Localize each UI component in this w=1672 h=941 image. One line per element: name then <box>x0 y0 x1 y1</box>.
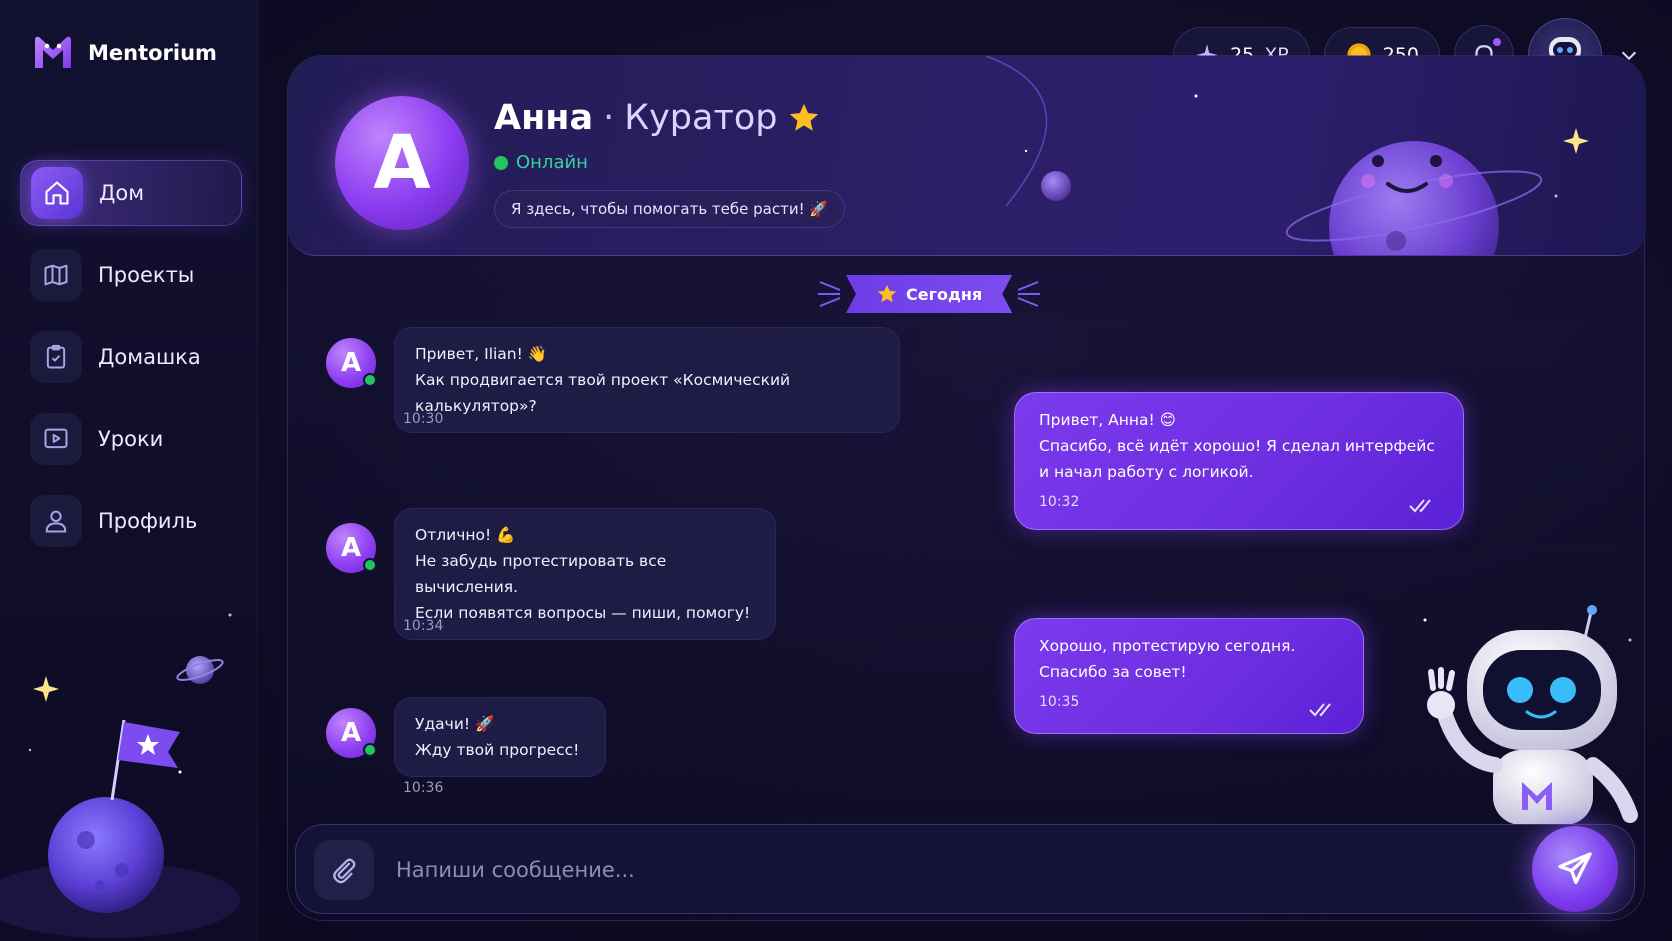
today-badge: Сегодня <box>846 275 1013 313</box>
online-status: Онлайн <box>494 152 588 173</box>
home-icon <box>31 167 83 219</box>
sidebar-item-label: Проекты <box>98 263 195 287</box>
play-screen-icon <box>30 413 82 465</box>
message-time: 10:35 <box>1039 694 1080 710</box>
curator-name: Анна <box>494 98 594 138</box>
clipboard-icon <box>30 331 82 383</box>
online-dot <box>494 155 508 170</box>
online-dot <box>363 373 377 387</box>
curator-mini-avatar[interactable]: A <box>326 523 377 573</box>
curator-title: Анна · Куратор <box>494 98 821 138</box>
app-name: Mentorium <box>88 41 217 65</box>
attach-button[interactable] <box>314 840 374 900</box>
brand[interactable]: Mentorium <box>32 34 217 72</box>
sidebar-item-projects[interactable]: Проекты <box>20 242 242 308</box>
sidebar-item-lessons[interactable]: Уроки <box>20 406 242 472</box>
robot-mascot-illustration <box>1423 605 1638 825</box>
sidebar-nav: Дом Проекты Домашка Уроки Профиль <box>20 160 242 570</box>
message-bubble-outgoing[interactable]: Хорошо, протестирую сегодня. Спасибо за … <box>1014 618 1364 734</box>
message-input[interactable] <box>396 847 1496 893</box>
sidebar-item-label: Домашка <box>98 345 201 369</box>
message-time: 10:34 <box>403 618 444 634</box>
message-line: Хорошо, протестирую сегодня. <box>1039 637 1296 655</box>
message-composer <box>295 824 1635 914</box>
double-check-icon <box>1409 499 1431 513</box>
double-check-icon <box>1309 703 1331 717</box>
day-label: Сегодня <box>906 284 983 304</box>
sidebar-item-label: Уроки <box>98 427 164 451</box>
message-line: Привет, Ilian! 👋 <box>415 345 548 363</box>
star-icon <box>877 284 897 303</box>
sidebar-item-label: Профиль <box>98 509 198 533</box>
message-line: и начал работу с логикой. <box>1039 463 1254 481</box>
message-line: Как продвигается твой проект «Космически… <box>415 371 791 415</box>
send-icon <box>1558 852 1592 884</box>
chat-header: A Анна · Куратор Онлайн Я здесь, чтобы п… <box>288 56 1646 256</box>
map-icon <box>30 249 82 301</box>
planet-flag-illustration <box>0 613 240 938</box>
burst-right-icon <box>1017 281 1041 307</box>
curator-role: Куратор <box>624 98 778 138</box>
avatar-initial: A <box>340 718 362 748</box>
message-line: Не забудь протестировать все вычисления. <box>415 552 667 596</box>
message-bubble-outgoing[interactable]: Привет, Анна! 😊 Спасибо, всё идёт хорошо… <box>1014 392 1464 530</box>
curator-tagline: Я здесь, чтобы помогать тебе расти! 🚀 <box>494 190 846 228</box>
message-time: 10:32 <box>1039 494 1080 510</box>
sidebar-item-home[interactable]: Дом <box>20 160 242 226</box>
message-line: Удачи! 🚀 <box>415 715 495 733</box>
message-line: Привет, Анна! 😊 <box>1039 411 1176 429</box>
burst-left-icon <box>818 281 841 307</box>
curator-mini-avatar[interactable]: A <box>326 338 377 388</box>
user-icon <box>30 495 82 547</box>
sidebar-item-homework[interactable]: Домашка <box>20 324 242 390</box>
message-time: 10:36 <box>403 780 444 796</box>
day-divider: Сегодня <box>816 274 1042 314</box>
mentorium-logo-icon <box>35 36 71 68</box>
space-header-illustration <box>985 56 1589 255</box>
avatar-initial: A <box>340 533 362 563</box>
online-dot <box>363 743 377 757</box>
message-bubble-incoming[interactable]: Отлично! 💪 Не забудь протестировать все … <box>394 508 776 640</box>
curator-mini-avatar[interactable]: A <box>326 708 377 758</box>
avatar-initial: A <box>340 348 362 378</box>
curator-avatar[interactable]: A <box>335 96 469 230</box>
message-time: 10:30 <box>403 411 444 427</box>
message-line: Отлично! 💪 <box>415 526 516 544</box>
star-icon <box>790 103 819 131</box>
message-line: Если появятся вопросы — пиши, помогу! <box>415 604 751 622</box>
sidebar-item-profile[interactable]: Профиль <box>20 488 242 554</box>
notification-dot <box>1491 36 1503 48</box>
message-bubble-incoming[interactable]: Привет, Ilian! 👋 Как продвигается твой п… <box>394 327 900 433</box>
online-dot <box>363 558 377 572</box>
title-separator: · <box>603 98 615 138</box>
sidebar-item-label: Дом <box>99 181 145 205</box>
app-root: Mentorium Дом Проекты Домашка Уроки Проф… <box>0 0 1672 941</box>
paperclip-icon <box>333 858 356 884</box>
sidebar: Mentorium Дом Проекты Домашка Уроки Проф… <box>0 0 258 941</box>
send-button[interactable] <box>1532 826 1618 912</box>
message-line: Жду твой прогресс! <box>415 741 580 759</box>
message-line: Спасибо за совет! <box>1039 663 1187 681</box>
message-bubble-incoming[interactable]: Удачи! 🚀 Жду твой прогресс! <box>394 697 606 777</box>
status-text: Онлайн <box>516 152 588 173</box>
message-line: Спасибо, всё идёт хорошо! Я сделал интер… <box>1039 437 1435 455</box>
